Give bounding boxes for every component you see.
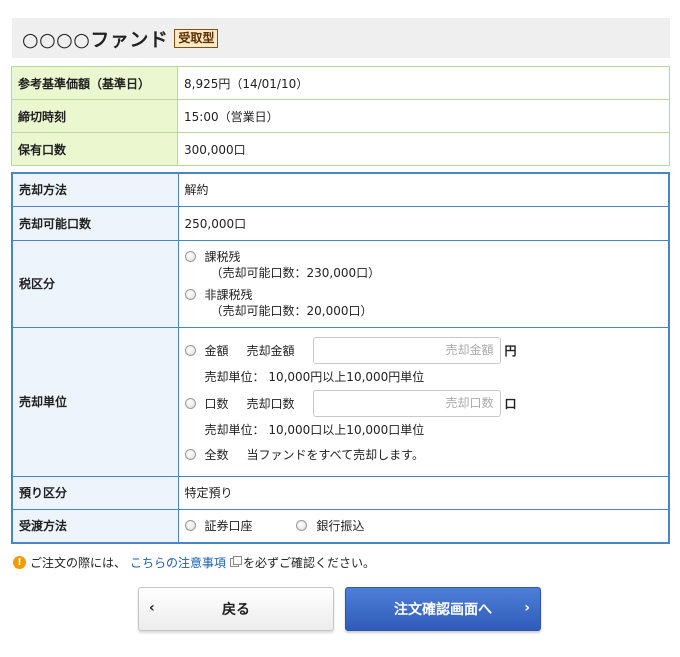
unit-shares-option: 口数 売却口数 口: [184, 389, 663, 418]
fund-title-bar: ○○○○ファンド 受取型: [12, 18, 670, 58]
order-row-unit: 売却単位 金額 売却金額 円 売却単位： 10,000円以上10,000円単位 …: [11, 326, 670, 477]
radio-label: 非課税残: [204, 287, 253, 302]
fund-type-badge: 受取型: [174, 28, 219, 48]
radio-securities-account[interactable]: [184, 520, 196, 532]
fund-info-table: 参考基準価額（基準日） 8,925円（14/01/10） 締切時刻 15:00（…: [11, 66, 670, 166]
tax-nontaxable-sub: （売却可能口数：20,000口）: [210, 303, 373, 318]
chevron-left-icon: ‹: [149, 600, 155, 616]
order-row-method: 売却方法 解約: [11, 172, 670, 207]
radio-label: 証券口座: [204, 519, 253, 534]
notice-text-after: を必ずご確認ください。: [243, 556, 376, 570]
delivery-options: 証券口座 銀行振込: [177, 508, 670, 544]
unit-all-radio-group[interactable]: 全数: [184, 446, 247, 463]
chevron-right-icon: ›: [524, 600, 530, 616]
order-value: 250,000口: [177, 205, 670, 241]
radio-nontaxable[interactable]: [184, 288, 196, 300]
amount-unit-note: 売却単位： 10,000円以上10,000円単位: [204, 369, 425, 384]
order-label: 売却可能口数: [11, 205, 179, 241]
radio-shares[interactable]: [184, 397, 196, 409]
order-row-available: 売却可能口数 250,000口: [11, 205, 670, 241]
info-row-base-price: 参考基準価額（基準日） 8,925円（14/01/10）: [11, 66, 670, 100]
order-label: 受渡方法: [11, 508, 179, 544]
radio-label: 金額: [204, 343, 229, 358]
sell-amount-input[interactable]: [312, 336, 501, 364]
unit-all-option: 全数 当ファンドをすべて売却します。: [184, 442, 663, 468]
unit-amount-radio-group[interactable]: 金額: [184, 342, 247, 359]
info-label: 保有口数: [11, 132, 178, 166]
info-label: 締切時刻: [11, 99, 178, 133]
order-label: 売却方法: [11, 172, 179, 207]
unit-amount-option: 金額 売却金額 円: [184, 336, 663, 365]
warning-icon: !: [13, 556, 26, 569]
delivery-bank-option[interactable]: 銀行振込: [296, 517, 364, 534]
order-value: 特定預り: [177, 475, 670, 510]
all-desc: 当ファンドをすべて売却します。: [246, 448, 424, 462]
info-row-deadline: 締切時刻 15:00（営業日）: [11, 99, 670, 133]
shares-unit-note: 売却単位： 10,000口以上10,000口単位: [204, 422, 425, 437]
radio-amount[interactable]: [184, 344, 196, 356]
radio-label: 銀行振込: [316, 519, 365, 534]
order-row-delivery: 受渡方法 証券口座 銀行振込: [11, 508, 670, 544]
order-label: 預り区分: [11, 475, 179, 510]
info-value: 300,000口: [177, 132, 670, 166]
tax-taxable-sub: （売却可能口数：230,000口）: [210, 265, 381, 280]
shares-suffix: 口: [504, 396, 517, 411]
radio-label: 課税残: [204, 249, 241, 264]
shares-field-label: 売却口数: [246, 396, 295, 411]
order-row-tax: 税区分 課税残 （売却可能口数：230,000口） 非課税残 （売却可能口数：2…: [11, 239, 670, 328]
order-row-custody: 預り区分 特定預り: [11, 475, 670, 510]
confirm-order-button[interactable]: 注文確認画面へ ›: [345, 587, 541, 631]
delivery-securities-option[interactable]: 証券口座: [184, 517, 253, 534]
info-row-holdings: 保有口数 300,000口: [11, 132, 670, 166]
radio-bank-transfer[interactable]: [296, 520, 308, 532]
confirm-button-label: 注文確認画面へ: [394, 602, 492, 618]
order-notice: ! ご注文の際には、 こちらの注意事項 を必ずご確認ください。: [13, 554, 375, 571]
notice-link[interactable]: こちらの注意事項: [130, 554, 226, 571]
tax-options: 課税残 （売却可能口数：230,000口） 非課税残 （売却可能口数：20,00…: [177, 239, 670, 328]
back-button[interactable]: ‹ 戻る: [138, 587, 334, 631]
tax-nontaxable-option[interactable]: 非課税残: [184, 286, 663, 303]
radio-label: 口数: [204, 396, 229, 411]
sell-order-form: 売却方法 解約 売却可能口数 250,000口 税区分 課税残 （売却可能口数：…: [11, 172, 670, 544]
radio-taxable[interactable]: [184, 250, 196, 262]
back-button-label: 戻る: [222, 602, 250, 618]
radio-label: 全数: [204, 448, 229, 462]
radio-all[interactable]: [184, 449, 196, 460]
amount-field-label: 売却金額: [246, 343, 295, 358]
order-label: 売却単位: [11, 326, 179, 477]
info-value: 8,925円（14/01/10）: [177, 66, 670, 100]
order-label: 税区分: [11, 239, 179, 328]
order-value: 解約: [177, 172, 670, 207]
yen-suffix: 円: [504, 343, 517, 358]
notice-text-before: ご注文の際には、: [30, 556, 127, 570]
fund-name: ○○○○ファンド: [22, 28, 169, 51]
sell-shares-input[interactable]: [312, 389, 501, 417]
tax-taxable-option[interactable]: 課税残: [184, 248, 663, 265]
external-window-icon: [230, 556, 243, 567]
info-label: 参考基準価額（基準日）: [11, 66, 178, 100]
unit-shares-radio-group[interactable]: 口数: [184, 395, 247, 412]
unit-options: 金額 売却金額 円 売却単位： 10,000円以上10,000円単位 口数 売却…: [177, 326, 670, 477]
info-value: 15:00（営業日）: [177, 99, 670, 133]
